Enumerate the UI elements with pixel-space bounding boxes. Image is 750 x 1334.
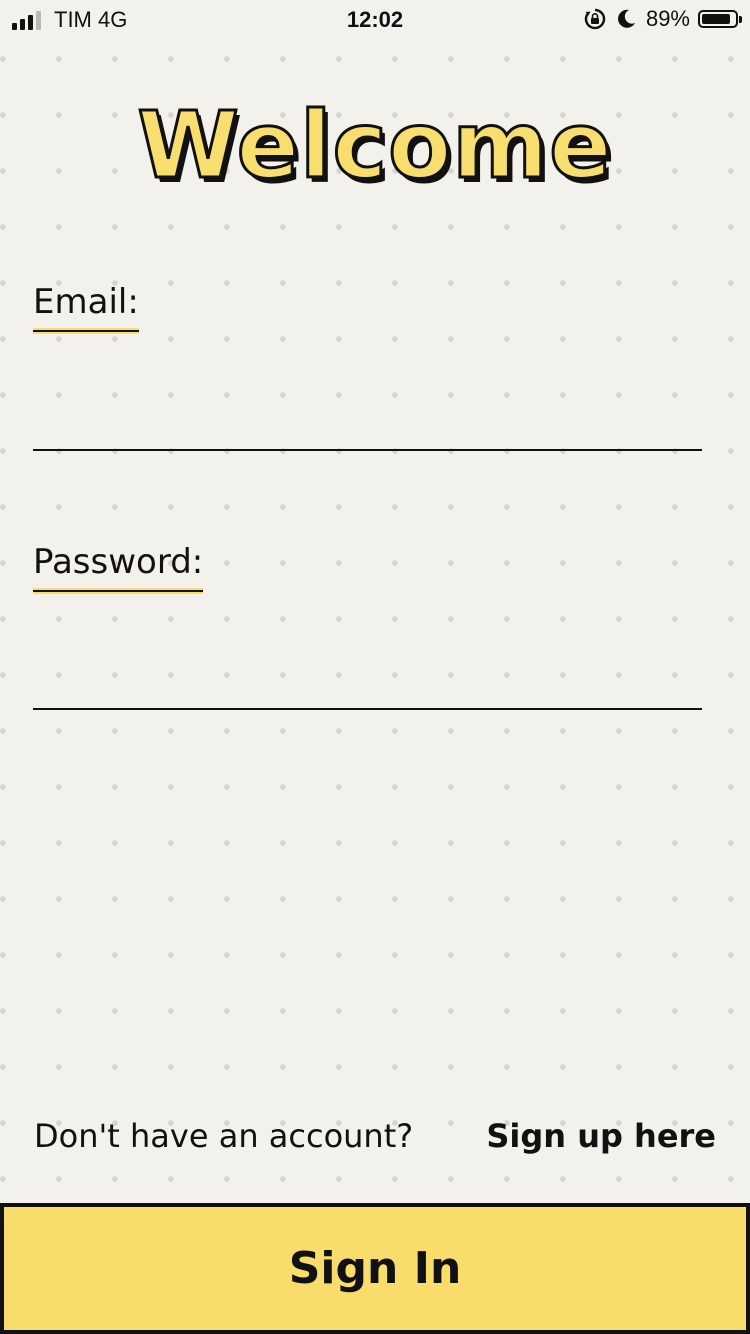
password-label-text: Password: (33, 542, 204, 582)
battery-icon (698, 10, 742, 28)
status-bar-right: 89% (584, 6, 742, 32)
signup-row: Don't have an account? Sign up here (0, 1113, 750, 1163)
password-label-underline (33, 590, 204, 592)
email-label-text: Email: (33, 282, 139, 322)
signup-link[interactable]: Sign up here (486, 1117, 716, 1155)
battery-percent: 89% (645, 6, 690, 31)
password-input[interactable] (33, 650, 702, 710)
rotation-lock-icon (584, 8, 606, 30)
sign-in-label: Sign In (288, 1243, 462, 1294)
moon-icon (616, 8, 636, 30)
password-label: Password: (33, 542, 204, 594)
welcome-title: Welcome (136, 91, 613, 201)
email-input[interactable] (33, 391, 702, 451)
email-label: Email: (33, 282, 139, 334)
email-label-underline (33, 330, 139, 332)
status-bar: TIM 4G 12:02 89% (0, 0, 750, 40)
battery-fill (702, 14, 731, 24)
sign-in-button[interactable]: Sign In (0, 1203, 750, 1334)
signup-prompt: Don't have an account? (34, 1117, 414, 1155)
